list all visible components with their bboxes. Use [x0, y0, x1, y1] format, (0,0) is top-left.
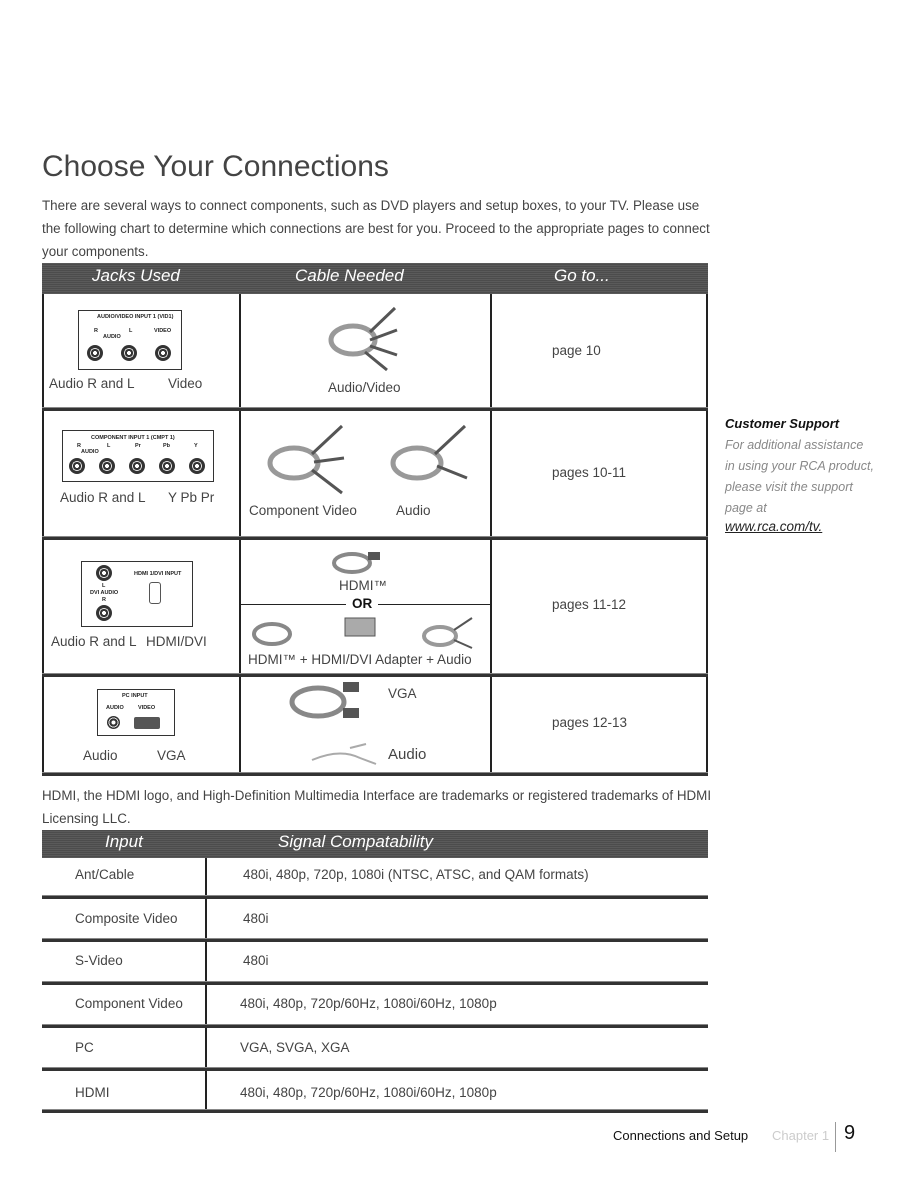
goto-link[interactable]: pages 12-13: [552, 715, 627, 730]
hdmi-cable-icon: [332, 552, 380, 574]
rca-jack-icon: [96, 565, 112, 581]
row-divider: [42, 981, 708, 985]
support-link[interactable]: www.rca.com/tv.: [725, 519, 875, 534]
footer-chapter: Chapter 1: [772, 1128, 830, 1143]
row-divider: [42, 1067, 708, 1071]
manual-page: Choose Your Connections There are severa…: [0, 0, 918, 1188]
vga-cable-icon: [289, 682, 359, 719]
rca-jack-icon: [87, 345, 103, 361]
header-jacks-used: Jacks Used: [92, 266, 180, 285]
trademark-note: HDMI, the HDMI logo, and High-Definition…: [42, 788, 712, 826]
hdmi-input-panel: L DVI AUDIO R HDMI 1/DVI INPUT: [81, 561, 193, 627]
intro-paragraph: There are several ways to connect compon…: [42, 198, 710, 259]
rca-jack-icon: [96, 605, 112, 621]
audio-cable-icon: [311, 743, 377, 765]
rca-jack-icon: [189, 458, 205, 474]
row-divider: [42, 673, 708, 677]
connections-table-header: Jacks Used Cable Needed Go to...: [42, 263, 708, 294]
component-input-panel: COMPONENT INPUT 1 (CMPT 1) R AUDIO L Pr …: [62, 430, 214, 482]
goto-link[interactable]: pages 11-12: [552, 597, 626, 612]
row-divider: [42, 1109, 708, 1113]
av-input-panel: AUDIO/VIDEO INPUT 1 (VID1) R AUDIO L VID…: [78, 310, 182, 370]
rca-jack-icon: [159, 458, 175, 474]
goto-link[interactable]: pages 10-11: [552, 465, 626, 480]
rca-jack-icon: [155, 345, 171, 361]
header-cable-needed: Cable Needed: [295, 266, 404, 285]
column-divider: [490, 294, 492, 774]
row-divider: [42, 536, 708, 540]
vga-port-icon: [134, 717, 160, 729]
row-divider: [42, 938, 708, 942]
hdmi-dvi-adapter-audio-icon: [252, 617, 473, 649]
component-cable-icon: [267, 424, 345, 495]
header-signal-compatability: Signal Compatability: [278, 832, 433, 851]
customer-support-box: Customer Support For additional assistan…: [725, 416, 875, 534]
goto-link[interactable]: page 10: [552, 343, 601, 358]
column-divider: [239, 294, 241, 774]
pc-input-panel: PC INPUT AUDIO VIDEO: [97, 689, 175, 736]
av-cable-icon: [328, 306, 398, 372]
rca-jack-icon: [129, 458, 145, 474]
row-divider: [42, 407, 708, 411]
table-border: [706, 294, 708, 774]
page-number: 9: [844, 1122, 856, 1144]
row-divider: [42, 1024, 708, 1028]
table-border: [42, 294, 44, 774]
rca-jack-icon: [69, 458, 85, 474]
page-title: Choose Your Connections: [42, 150, 389, 183]
header-go-to: Go to...: [554, 266, 610, 285]
audio-cable-icon: [390, 424, 468, 481]
signal-table-header: Input Signal Compatability: [42, 830, 708, 858]
rca-jack-icon: [99, 458, 115, 474]
hdmi-port-icon: [149, 582, 161, 604]
header-input: Input: [105, 832, 143, 851]
footer-section: Connections and Setup: [613, 1128, 749, 1143]
row-divider: [42, 895, 708, 899]
audio-jack-icon: [107, 716, 120, 729]
row-divider: [42, 772, 708, 776]
customer-support-heading: Customer Support: [725, 416, 840, 431]
footer-divider: [835, 1122, 836, 1152]
customer-support-text: For additional assistance in using your …: [725, 438, 874, 515]
rca-jack-icon: [121, 345, 137, 361]
